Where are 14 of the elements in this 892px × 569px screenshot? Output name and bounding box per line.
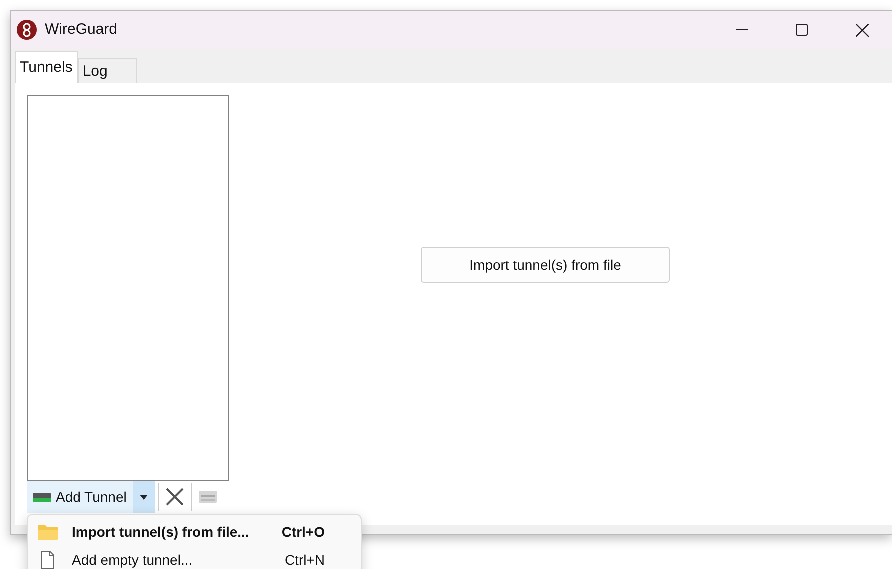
- app-logo-icon: [17, 20, 37, 40]
- folder-icon: [38, 524, 58, 540]
- tab[interactable]: Tunnels: [15, 50, 78, 83]
- close-icon: [856, 24, 868, 36]
- import-button[interactable]: Import tunnel(s) from file: [421, 247, 670, 283]
- network-card-icon: [33, 492, 51, 502]
- maximize-icon: [796, 24, 808, 36]
- add-tunnel-button[interactable]: Add Tunnel: [27, 481, 133, 513]
- window-title: WireGuard: [45, 20, 118, 40]
- menu-item[interactable]: Add empty tunnel... Ctrl+N: [28, 546, 361, 569]
- menu-item[interactable]: Import tunnel(s) from file... Ctrl+O: [28, 518, 361, 546]
- caret-icon: [140, 494, 148, 500]
- dropdown-button[interactable]: [132, 481, 155, 513]
- tab[interactable]: Log: [78, 58, 137, 83]
